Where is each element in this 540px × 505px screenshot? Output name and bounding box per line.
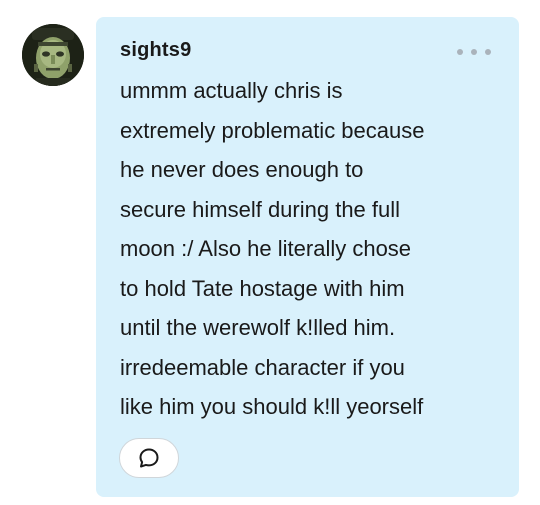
speech-bubble-icon bbox=[139, 448, 159, 468]
reply-text-line: irredeemable character if you bbox=[120, 354, 405, 380]
reply-text-line: like him you should k!ll yeorself bbox=[120, 394, 424, 419]
reply-text-line: he never does enough to bbox=[120, 157, 364, 182]
ellipsis-icon bbox=[485, 49, 491, 55]
avatar[interactable] bbox=[22, 24, 84, 86]
reply-text-line: to hold Tate hostage with him bbox=[120, 275, 405, 301]
username[interactable]: sights9 bbox=[120, 39, 191, 62]
more-options-button[interactable] bbox=[457, 43, 491, 61]
reply-comment-button[interactable] bbox=[119, 438, 179, 478]
ellipsis-icon bbox=[457, 49, 463, 55]
reply-text-line: ummm actually chris is bbox=[120, 78, 343, 103]
reply-text-line: until the werewolf k!lled him. bbox=[120, 315, 396, 340]
ellipsis-icon bbox=[471, 49, 477, 55]
frankenstein-avatar-image bbox=[22, 24, 84, 86]
reply-text-line: secure himself during the full bbox=[120, 196, 401, 222]
reply-text-line: extremely problematic because bbox=[120, 117, 425, 143]
reply-text: ummm actually chris is extremely problem… bbox=[120, 71, 512, 427]
reply-card: sights9 ummm actually chris is extremely… bbox=[96, 17, 519, 497]
reply-text-line: moon :/ Also he literally chose bbox=[120, 236, 412, 261]
